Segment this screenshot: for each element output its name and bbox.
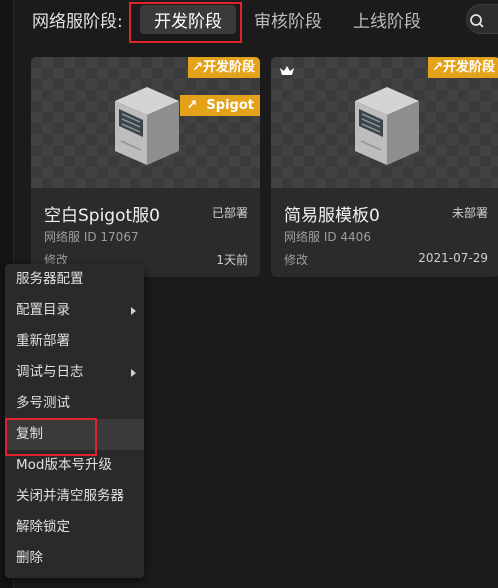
chevron-right-icon (131, 369, 136, 377)
chevron-right-icon (131, 307, 136, 315)
card-modified-value: 1天前 (216, 253, 248, 267)
stage-tag-label: 开发阶段 (202, 60, 255, 75)
search-input[interactable] (466, 4, 498, 34)
menu-item-label: 调试与日志 (16, 364, 84, 380)
stage-bar: 网络服阶段: 开发阶段 审核阶段 上线阶段 (30, 0, 498, 40)
menu-item-multi-account-test[interactable]: 多号测试 (5, 388, 144, 419)
server-card[interactable]: ↗开发阶段 ↗ Spigot 空白Spigot服0 已部署 网络服 ID 170… (31, 57, 260, 277)
menu-item-mod-version-upgrade[interactable]: Mod版本号升级 (5, 450, 144, 481)
menu-item-server-config[interactable]: 服务器配置 (5, 264, 144, 295)
card-status: 已部署 (211, 206, 248, 220)
menu-item-label: 重新部署 (16, 333, 70, 349)
tab-online[interactable]: 上线阶段 (353, 7, 421, 32)
stage-tag-label: 开发阶段 (442, 60, 495, 75)
search-icon (470, 14, 484, 28)
menu-item-label: 复制 (16, 426, 43, 442)
menu-item-config-directory[interactable]: 配置目录 (5, 295, 144, 326)
server-icon (115, 87, 179, 165)
card-title: 简易服模板0 (284, 206, 380, 226)
menu-item-delete[interactable]: 删除 (5, 543, 144, 574)
arrow-up-right-icon: ↗ (432, 60, 443, 75)
type-tag-label: Spigot (206, 98, 254, 113)
arrow-up-right-icon: ↗ (192, 60, 203, 75)
card-modified-label: 修改 (284, 253, 309, 267)
card-id: 网络服 ID 17067 (44, 230, 139, 244)
stage-label: 网络服阶段: (32, 12, 123, 32)
card-id: 网络服 ID 4406 (284, 230, 371, 244)
crown-icon (280, 66, 294, 75)
menu-item-copy[interactable]: 复制 (5, 419, 144, 450)
server-icon (355, 87, 419, 165)
menu-item-unlock[interactable]: 解除锁定 (5, 512, 144, 543)
tab-review[interactable]: 审核阶段 (254, 7, 322, 32)
type-tag: ↗ Spigot (180, 95, 260, 116)
menu-item-label: 多号测试 (16, 395, 70, 411)
menu-item-label: Mod版本号升级 (16, 457, 112, 473)
stage-tag: ↗开发阶段 (188, 57, 260, 78)
menu-item-label: 删除 (16, 550, 43, 566)
menu-item-redeploy[interactable]: 重新部署 (5, 326, 144, 357)
arrow-up-right-icon: ↗ (186, 98, 198, 113)
tab-development[interactable]: 开发阶段 (140, 5, 236, 34)
menu-item-debug-logs[interactable]: 调试与日志 (5, 357, 144, 388)
stage-tag: ↗开发阶段 (428, 57, 498, 78)
menu-item-label: 解除锁定 (16, 519, 70, 535)
context-menu: 服务器配置 配置目录 重新部署 调试与日志 多号测试 复制 Mod版本号升级 关… (5, 264, 144, 578)
menu-item-label: 服务器配置 (16, 271, 84, 287)
card-status: 未部署 (451, 206, 488, 220)
menu-item-close-and-clear[interactable]: 关闭并清空服务器 (5, 481, 144, 512)
card-modified-value: 2021-07-29 (418, 251, 488, 265)
menu-item-label: 关闭并清空服务器 (16, 488, 124, 504)
menu-item-label: 配置目录 (16, 302, 70, 318)
card-title: 空白Spigot服0 (44, 206, 160, 226)
server-card[interactable]: ↗开发阶段 简易服模板0 未部署 网络服 ID 4406 修改 2021-07-… (271, 57, 498, 277)
